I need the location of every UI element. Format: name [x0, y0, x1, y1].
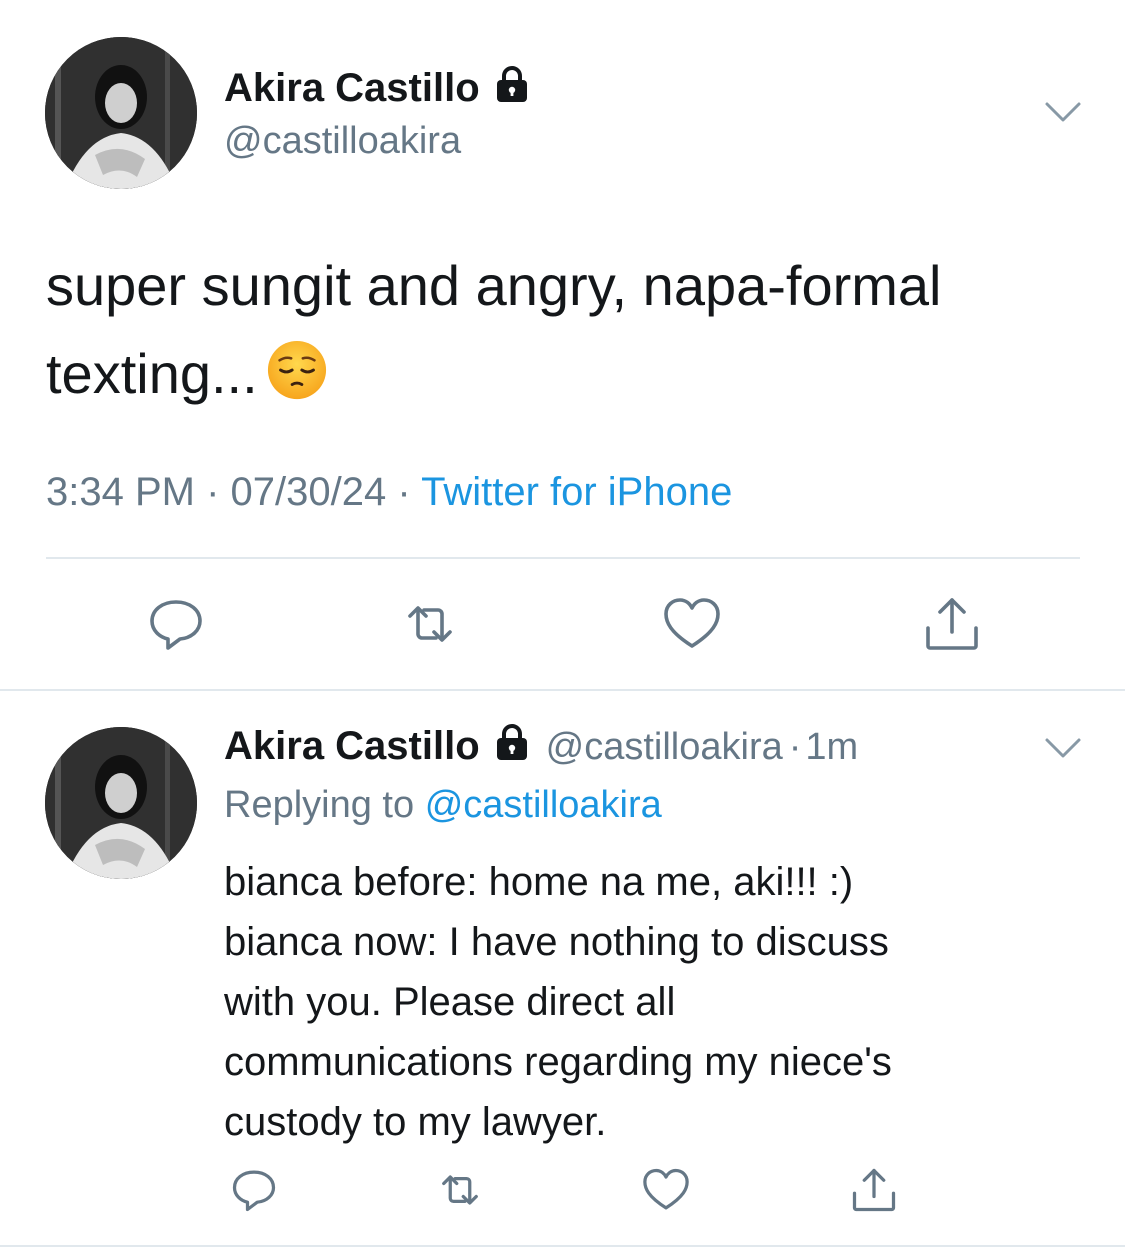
meta-separator: · [206, 470, 220, 514]
reply-icon [232, 1170, 276, 1212]
replying-to: Replying to @castilloakira [224, 784, 662, 827]
reply-button[interactable] [228, 1164, 280, 1216]
reply-text-line: communications regarding my niece's [224, 1040, 892, 1084]
share-button[interactable] [920, 592, 984, 656]
reply-text-line: bianca now: I have nothing to discuss [224, 920, 889, 964]
reply-icon [150, 600, 202, 650]
retweet-icon [408, 606, 452, 642]
meta-separator: · [788, 726, 802, 768]
share-icon [852, 1168, 896, 1212]
share-button[interactable] [848, 1164, 900, 1216]
heart-icon [664, 598, 720, 648]
heart-icon [643, 1168, 689, 1210]
reply-text-line: with you. Please direct all [224, 980, 676, 1024]
pensive-face-icon [267, 340, 326, 400]
reply-age: 1m [805, 726, 859, 768]
reply-header: Akira Castillo @castilloakira · 1m [224, 722, 858, 769]
reply-text-line: bianca before: home na me, aki!!! :) [224, 860, 854, 904]
reply-author-handle[interactable]: @castilloakira [546, 726, 783, 768]
lock-icon [496, 66, 527, 102]
retweet-button[interactable] [398, 592, 462, 656]
tweet-text-body: super sungit and angry, napa-formal text… [46, 254, 942, 405]
divider [0, 689, 1125, 691]
tweet-meta: 3:34 PM · 07/30/24 · Twitter for iPhone [46, 470, 732, 515]
reply-author-name[interactable]: Akira Castillo [224, 724, 480, 768]
like-button[interactable] [640, 1164, 692, 1216]
divider [46, 557, 1080, 559]
tweet-source-link[interactable]: Twitter for iPhone [421, 470, 732, 514]
reply-text: bianca before: home na me, aki!!! :) bia… [224, 852, 1084, 1152]
retweet-button[interactable] [434, 1164, 486, 1216]
avatar[interactable] [45, 727, 197, 879]
tweet-date: 07/30/24 [230, 470, 387, 514]
retweet-icon [442, 1175, 478, 1205]
divider [0, 1245, 1125, 1247]
avatar[interactable] [45, 37, 197, 189]
reply-text-line: custody to my lawyer. [224, 1100, 607, 1144]
author-name[interactable]: Akira Castillo [224, 64, 532, 111]
chevron-down-icon[interactable] [1044, 100, 1082, 124]
replying-handle-link[interactable]: @castilloakira [425, 784, 662, 826]
like-button[interactable] [660, 592, 724, 656]
author-name-text[interactable]: Akira Castillo [224, 66, 480, 110]
lock-icon [496, 724, 527, 760]
author-handle[interactable]: @castilloakira [224, 120, 461, 163]
tweet-time: 3:34 PM [46, 470, 195, 514]
meta-separator: · [397, 470, 411, 514]
chevron-down-icon[interactable] [1044, 736, 1082, 760]
reply-button[interactable] [144, 592, 208, 656]
share-icon [926, 598, 978, 650]
replying-prefix: Replying to [224, 784, 415, 826]
tweet-text: super sungit and angry, napa-formal text… [46, 242, 1086, 418]
